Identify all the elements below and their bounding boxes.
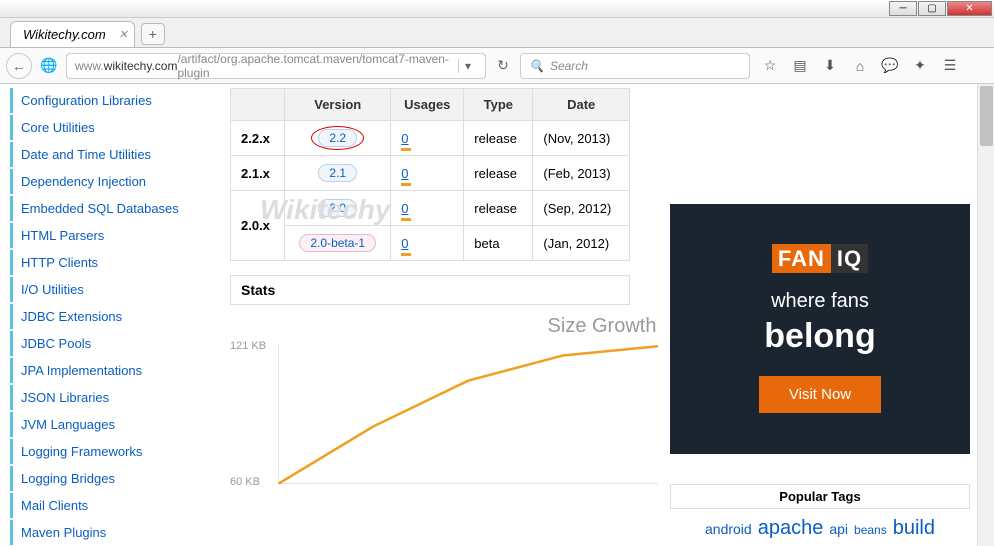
versions-table: Version Usages Type Date 2.2.x 2.2 0 releas… <box>230 88 630 261</box>
ad-logo: FANIQ <box>772 246 868 272</box>
tag-link[interactable]: android <box>705 521 752 537</box>
tab-bar: Wikitechy.com ✕ + <box>0 18 994 48</box>
y-tick-low: 60 KB <box>230 476 260 488</box>
sidebar-item[interactable]: Logging Bridges <box>10 466 190 491</box>
sidebar-item[interactable]: JVM Languages <box>10 412 190 437</box>
sidebar-item[interactable]: Configuration Libraries <box>10 88 190 113</box>
date-cell: (Jan, 2012) <box>533 226 630 261</box>
sidebar-item[interactable]: Dependency Injection <box>10 169 190 194</box>
col-usages: Usages <box>391 89 464 121</box>
sidebar-item[interactable]: Core Utilities <box>10 115 190 140</box>
stats-header: Stats <box>230 275 630 305</box>
extension-icon[interactable]: ✦ <box>908 54 932 78</box>
version-link[interactable]: 2.0-beta-1 <box>299 234 376 252</box>
url-input[interactable]: www.wikitechy.com/artifact/org.apache.to… <box>66 53 486 79</box>
type-cell: release <box>464 156 533 191</box>
new-tab-button[interactable]: + <box>141 23 165 45</box>
tags-cloud: android apache api beans build <box>670 509 970 546</box>
sidebar-item[interactable]: HTML Parsers <box>10 223 190 248</box>
type-cell: release <box>464 191 533 226</box>
tag-link[interactable]: build <box>893 517 935 539</box>
col-date: Date <box>533 89 630 121</box>
browser-tab[interactable]: Wikitechy.com ✕ <box>10 21 135 47</box>
close-button[interactable]: ✕ <box>947 1 992 16</box>
reload-button[interactable]: ↻ <box>490 53 516 79</box>
date-cell: (Nov, 2013) <box>533 121 630 156</box>
tag-link[interactable]: beans <box>854 523 887 537</box>
version-link[interactable]: 2.2 <box>318 129 357 147</box>
sidebar-item[interactable]: Date and Time Utilities <box>10 142 190 167</box>
chat-icon[interactable]: 💬 <box>878 54 902 78</box>
sidebar-item[interactable]: JSON Libraries <box>10 385 190 410</box>
col-type: Type <box>464 89 533 121</box>
usages-link[interactable]: 0 <box>401 131 408 146</box>
type-cell: release <box>464 121 533 156</box>
ad-cta-button[interactable]: Visit Now <box>759 376 881 413</box>
sidebar-item[interactable]: JPA Implementations <box>10 358 190 383</box>
bookmark-star-icon[interactable]: ☆ <box>758 54 782 78</box>
table-row: 2.1.x 2.1 0 release(Feb, 2013) <box>231 156 630 191</box>
table-row: 2.0-beta-1 0 beta(Jan, 2012) <box>231 226 630 261</box>
sidebar-item[interactable]: HTTP Clients <box>10 250 190 275</box>
tag-link[interactable]: api <box>829 521 848 537</box>
category-sidebar: Configuration LibrariesCore UtilitiesDat… <box>0 84 190 546</box>
y-tick-high: 121 KB <box>230 340 266 352</box>
date-cell: (Feb, 2013) <box>533 156 630 191</box>
close-tab-icon[interactable]: ✕ <box>119 28 128 41</box>
col-version: Version <box>285 89 391 121</box>
tag-link[interactable]: apache <box>758 517 824 539</box>
tags-header: Popular Tags <box>670 484 970 509</box>
table-row: 2.0.x2.00release(Sep, 2012) <box>231 191 630 226</box>
ad-text-1: where fans <box>771 290 869 313</box>
sidebar-item[interactable]: Maven Plugins <box>10 520 190 545</box>
vertical-scrollbar[interactable] <box>977 84 994 546</box>
version-group: 2.1.x <box>231 156 285 191</box>
version-group: 2.2.x <box>231 121 285 156</box>
version-group: 2.0.x <box>231 191 285 261</box>
chart-line-svg <box>278 344 658 484</box>
usages-link[interactable]: 0 <box>401 166 408 181</box>
home-icon[interactable]: ⌂ <box>848 54 872 78</box>
search-icon: 🔍 <box>529 59 544 73</box>
navigation-bar: ← 🌐 www.wikitechy.com/artifact/org.apach… <box>0 48 994 84</box>
search-input[interactable]: 🔍 Search <box>520 53 750 79</box>
sidebar-item[interactable]: I/O Utilities <box>10 277 190 302</box>
back-button[interactable]: ← <box>6 53 32 79</box>
ad-text-2: belong <box>764 317 875 356</box>
ad-banner[interactable]: FANIQ where fans belong Visit Now <box>670 204 970 454</box>
table-row: 2.2.x 2.2 0 release(Nov, 2013) <box>231 121 630 156</box>
downloads-icon[interactable]: ⬇ <box>818 54 842 78</box>
type-cell: beta <box>464 226 533 261</box>
sidebar-item[interactable]: JDBC Pools <box>10 331 190 356</box>
sidebar-item[interactable]: JDBC Extensions <box>10 304 190 329</box>
menu-icon[interactable]: ☰ <box>938 54 962 78</box>
reading-list-icon[interactable]: ▤ <box>788 54 812 78</box>
popular-tags-box: Popular Tags android apache api beans build <box>670 484 970 546</box>
page-content: Configuration LibrariesCore UtilitiesDat… <box>0 84 994 546</box>
version-link[interactable]: 2.0 <box>318 199 357 217</box>
version-link[interactable]: 2.1 <box>318 164 357 182</box>
drop-marker-icon[interactable]: ▾ <box>458 59 477 73</box>
maximize-button[interactable]: ▢ <box>918 1 946 16</box>
main-content: Wikitechy Version Usages Type Date 2.2.x… <box>190 84 994 546</box>
sidebar-item[interactable]: Mail Clients <box>10 493 190 518</box>
tab-title: Wikitechy.com <box>23 27 106 42</box>
usages-link[interactable]: 0 <box>401 236 408 251</box>
minimize-button[interactable]: ─ <box>889 1 917 16</box>
usages-link[interactable]: 0 <box>401 201 408 216</box>
globe-icon[interactable]: 🌐 <box>36 53 62 79</box>
window-titlebar: ─ ▢ ✕ <box>0 0 994 18</box>
date-cell: (Sep, 2012) <box>533 191 630 226</box>
sidebar-item[interactable]: Embedded SQL Databases <box>10 196 190 221</box>
sidebar-item[interactable]: Logging Frameworks <box>10 439 190 464</box>
